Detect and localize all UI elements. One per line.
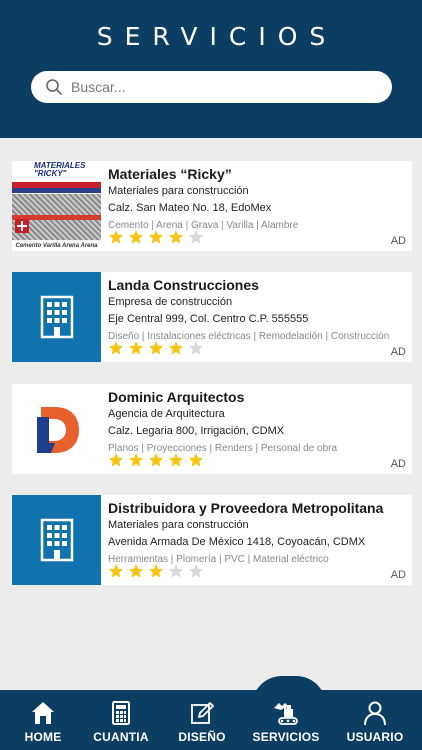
star-filled-icon [168, 230, 184, 244]
star-empty-icon [188, 230, 204, 244]
listing-address: Avenida Armada De México 1418, Coyoacán,… [108, 536, 366, 548]
listing-address: Calz. Legaria 800, Irrigación, CDMX [108, 425, 285, 437]
star-filled-icon [148, 564, 164, 578]
rating-stars [108, 340, 204, 356]
listing-card[interactable]: Landa Construcciones Empresa de construc… [12, 272, 412, 362]
header: SERVICIOS [0, 0, 422, 138]
nav-cuantia[interactable]: CUANTIA [79, 700, 163, 748]
ad-image-footer: Cemento Varilla Arena Arena [12, 241, 101, 251]
star-empty-icon [188, 564, 204, 578]
ad-badge: AD [390, 346, 406, 358]
bottom-nav: HOME CUANTIA DISEÑO SERVICIOS USUARIO [0, 690, 422, 750]
listing-type: Agencia de Arquitectura [108, 408, 225, 420]
listing-card[interactable]: Distribuidora y Proveedora Metropolitana… [12, 495, 412, 585]
star-filled-icon [128, 564, 144, 578]
nav-usuario[interactable]: USUARIO [333, 700, 417, 748]
star-filled-icon [168, 453, 184, 467]
star-filled-icon [108, 453, 124, 467]
dominic-logo-icon [36, 407, 79, 453]
excavator-icon [274, 703, 298, 725]
star-filled-icon [128, 453, 144, 467]
rating-stars [108, 563, 204, 579]
listing-name: Landa Construcciones [108, 277, 259, 293]
search-bar[interactable] [31, 71, 392, 103]
building-icon [40, 295, 73, 339]
ad-image-brand: MATERIALES "RICKY" [34, 161, 86, 178]
listing-address: Eje Central 999, Col. Centro C.P. 555555 [108, 313, 309, 325]
ad-badge: AD [390, 458, 406, 470]
listing-name: Distribuidora y Proveedora Metropolitana [108, 500, 384, 516]
nav-servicios[interactable]: SERVICIOS [244, 700, 328, 748]
search-input[interactable] [71, 79, 361, 95]
star-filled-icon [128, 230, 144, 244]
listing-name: Materiales “Ricky” [108, 166, 232, 182]
star-filled-icon [148, 230, 164, 244]
star-filled-icon [148, 453, 164, 467]
star-empty-icon [168, 564, 184, 578]
page-title: SERVICIOS [96, 22, 338, 51]
materiales-ricky-ad-image: MATERIALES "RICKY" Cemento Varilla Arena… [12, 161, 101, 251]
star-filled-icon [148, 341, 164, 355]
search-icon [46, 79, 62, 95]
nav-label: DISEÑO [178, 730, 226, 744]
rating-stars [108, 229, 204, 245]
nav-label: CUANTIA [93, 730, 149, 744]
nav-label: HOME [24, 730, 62, 744]
star-filled-icon [188, 453, 204, 467]
star-filled-icon [168, 341, 184, 355]
nav-label: USUARIO [346, 730, 404, 744]
rating-stars [108, 452, 204, 468]
listing-card[interactable]: Dominic Arquitectos Agencia de Arquitect… [12, 384, 412, 474]
listing-address: Calz. San Mateo No. 18, EdoMex [108, 202, 272, 214]
edit-icon [191, 702, 214, 724]
listing-name: Dominic Arquitectos [108, 389, 245, 405]
listing-image [12, 495, 101, 585]
listing-type: Empresa de construcción [108, 296, 233, 308]
listing-card[interactable]: MATERIALES "RICKY" Cemento Varilla Arena… [12, 161, 412, 251]
nav-diseno[interactable]: DISEÑO [160, 700, 244, 748]
user-icon [364, 701, 386, 726]
building-icon [40, 518, 73, 562]
ad-badge: AD [390, 235, 406, 247]
listing-type: Materiales para construcción [108, 185, 249, 197]
listing-image [12, 384, 101, 474]
star-filled-icon [108, 564, 124, 578]
ad-badge: AD [390, 569, 406, 581]
star-filled-icon [108, 341, 124, 355]
calculator-icon [112, 701, 130, 725]
nav-home[interactable]: HOME [1, 700, 85, 748]
home-icon [32, 702, 54, 724]
nav-label: SERVICIOS [252, 730, 320, 744]
star-empty-icon [188, 341, 204, 355]
listing-image: MATERIALES "RICKY" Cemento Varilla Arena… [12, 161, 101, 251]
listing-type: Materiales para construcción [108, 519, 249, 531]
listing-image [12, 272, 101, 362]
star-filled-icon [108, 230, 124, 244]
star-filled-icon [128, 341, 144, 355]
